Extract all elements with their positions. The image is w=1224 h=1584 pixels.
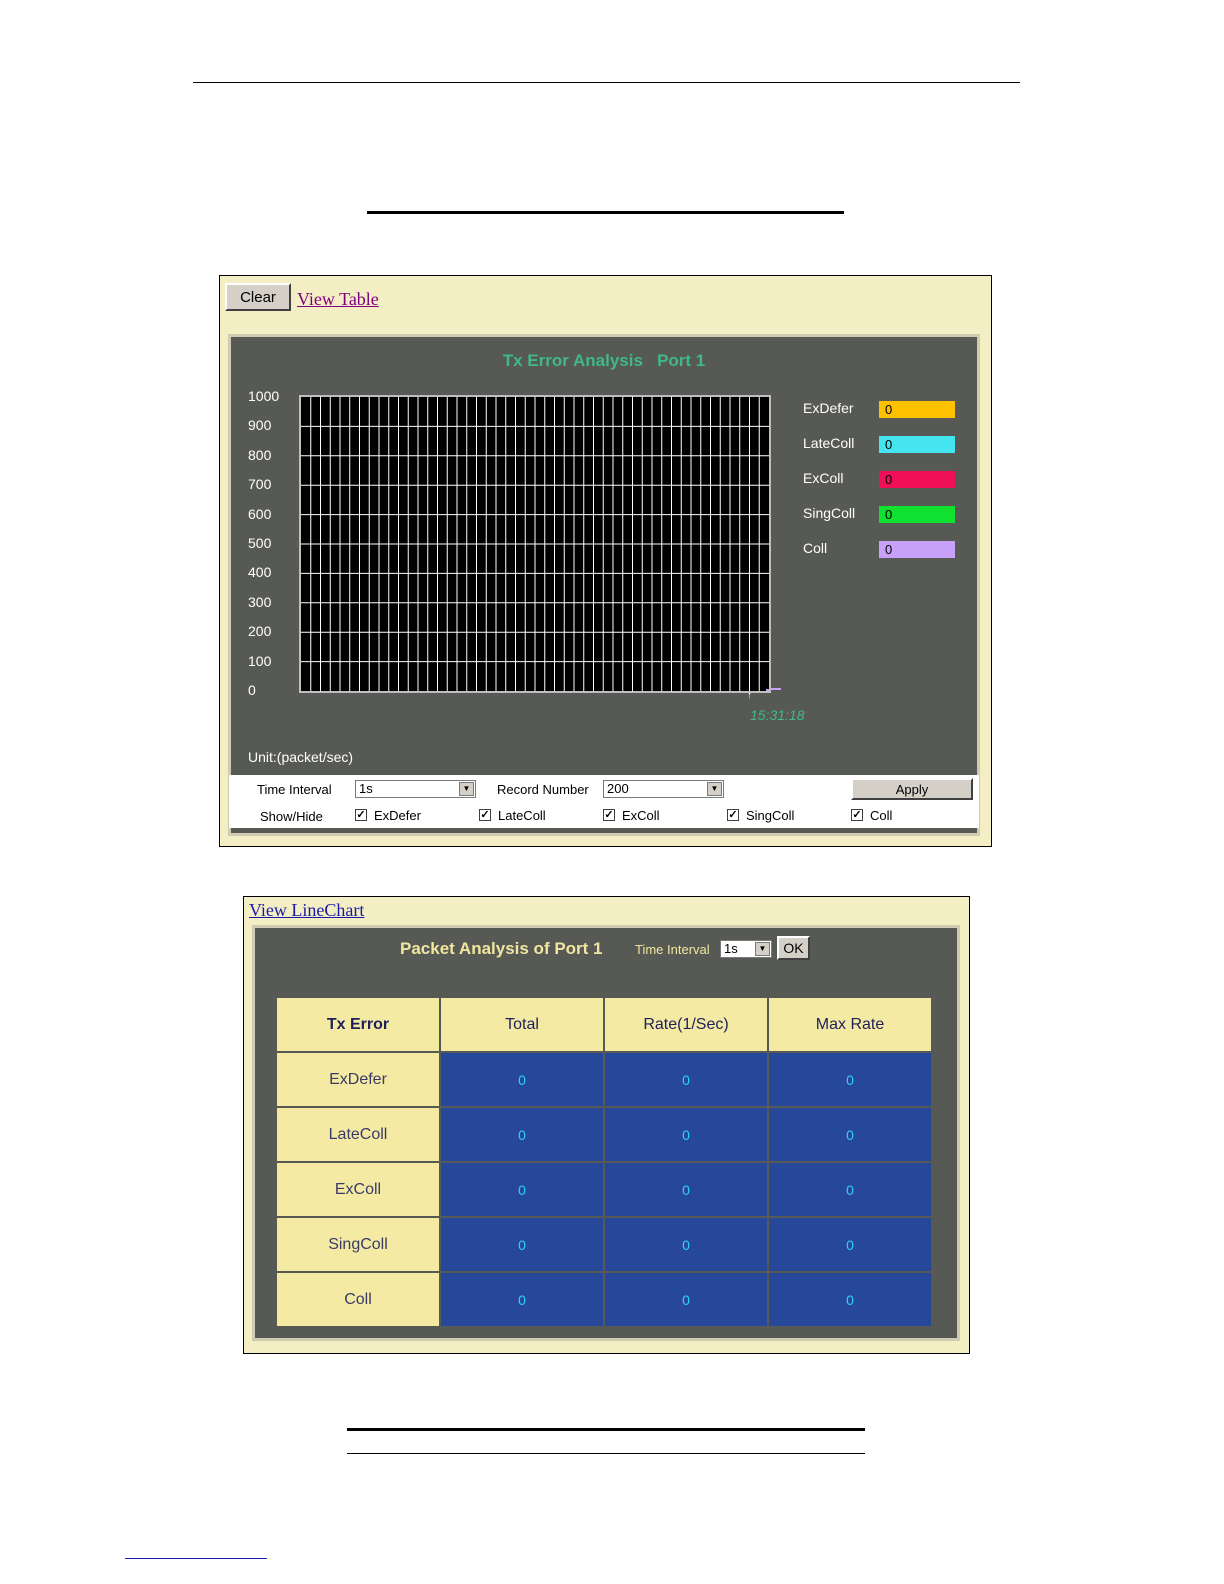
clear-button[interactable]: Clear (225, 283, 291, 311)
legend-value-excoll: 0 (879, 471, 955, 488)
table-value-cell: 0 (605, 1108, 767, 1161)
line-chart-panel: Clear View Table Tx Error Analysis Port … (219, 275, 992, 847)
y-tick-label: 1000 (248, 388, 280, 404)
y-tick-label: 200 (248, 623, 272, 640)
y-tick-label: 500 (248, 535, 272, 551)
record-number-label: Record Number (497, 782, 589, 797)
y-tick-label: 800 (248, 446, 272, 463)
legend-label-latecoll: LateColl (803, 435, 855, 451)
unit-label: Unit:(packet/sec) (248, 749, 354, 765)
checkbox-coll[interactable]: ✓ (851, 809, 863, 821)
packet-analysis-panel: View LineChart Packet Analysis of Port 1… (243, 896, 970, 1354)
table-value-cell: 0 (769, 1053, 931, 1106)
table-row-label: SingColl (277, 1218, 439, 1271)
legend-value-latecoll: 0 (879, 436, 955, 453)
table-value-cell: 0 (605, 1218, 767, 1271)
checkbox-latecoll[interactable]: ✓ (479, 809, 491, 821)
table-value-cell: 0 (769, 1163, 931, 1216)
table-value-cell: 0 (441, 1273, 603, 1326)
table-time-interval-label: Time Interval (635, 942, 710, 957)
table-row-label: Coll (277, 1273, 439, 1326)
y-tick-label: 900 (248, 417, 272, 434)
record-number-value: 200 (607, 781, 629, 796)
table-value-cell: 0 (441, 1218, 603, 1271)
chart-controls: Time Interval 1s ▼ Record Number 200 ▼ A… (229, 775, 979, 828)
record-number-select[interactable]: 200 ▼ (603, 780, 724, 798)
plot-area (299, 395, 771, 693)
checkbox-excoll[interactable]: ✓ (603, 809, 615, 821)
dropdown-arrow-icon[interactable]: ▼ (755, 942, 770, 956)
ok-button[interactable]: OK (777, 936, 810, 960)
checkbox-exdefer[interactable]: ✓ (355, 809, 367, 821)
table-row-label: LateColl (277, 1108, 439, 1161)
table-area: Packet Analysis of Port 1 Time Interval … (252, 925, 960, 1341)
table-value-cell: 0 (605, 1273, 767, 1326)
dropdown-arrow-icon[interactable]: ▼ (707, 782, 722, 796)
table-row-label: ExColl (277, 1163, 439, 1216)
y-tick-label: 700 (248, 476, 272, 493)
header-rule (193, 82, 1020, 83)
table-value-cell: 0 (441, 1163, 603, 1216)
series-point-coll (766, 689, 769, 691)
legend-label-excoll: ExColl (803, 470, 844, 486)
checkbox-singcoll[interactable]: ✓ (727, 809, 739, 821)
table-value-cell: 0 (605, 1163, 767, 1216)
view-linechart-link[interactable]: View LineChart (249, 900, 364, 921)
table-value-cell: 0 (441, 1053, 603, 1106)
legend-value-exdefer: 0 (879, 401, 955, 418)
table-time-interval-value: 1s (724, 941, 738, 956)
time-interval-value: 1s (359, 781, 373, 796)
table-header-cell: Total (441, 998, 603, 1051)
table-time-interval-select[interactable]: 1s ▼ (720, 940, 772, 958)
legend-value-singcoll: 0 (879, 506, 955, 523)
table-header-cell: Rate(1/Sec) (605, 998, 767, 1051)
checkbox-label-coll: Coll (870, 808, 893, 823)
legend-value-coll: 0 (879, 541, 955, 558)
checkbox-label-latecoll: LateColl (498, 808, 546, 823)
y-tick-label: 400 (248, 564, 272, 581)
plot-grid (301, 397, 769, 691)
table-title: Packet Analysis of Port 1 (400, 939, 603, 958)
table-row-label: ExDefer (277, 1053, 439, 1106)
legend-label-singcoll: SingColl (803, 505, 856, 521)
show-hide-label: Show/Hide (260, 809, 323, 824)
series-end-marker-icon (771, 688, 781, 690)
chart-title: Tx Error Analysis Port 1 (502, 351, 706, 370)
table-value-cell: 0 (769, 1218, 931, 1271)
legend-label-exdefer: ExDefer (803, 400, 854, 416)
time-axis-label: 15:31:18 (750, 707, 805, 723)
table-value-cell: 0 (769, 1273, 931, 1326)
chart-area: Tx Error Analysis Port 1 1000 900 800 700 60… (228, 334, 980, 836)
y-tick-label: 600 (248, 505, 272, 522)
y-tick-label: 0 (248, 682, 256, 698)
table-value-cell: 0 (605, 1053, 767, 1106)
time-marker-icon: ↑ (747, 690, 752, 701)
tx-error-table: Tx Error Total Rate(1/Sec) Max Rate ExDefer 0… (277, 998, 931, 1328)
y-tick-label: 300 (248, 593, 272, 610)
apply-button[interactable]: Apply (851, 778, 973, 800)
caption-rule-top (367, 211, 844, 214)
checkbox-label-singcoll: SingColl (746, 808, 795, 823)
table-header-cell: Tx Error (277, 998, 439, 1051)
footer-rule-thin (347, 1453, 865, 1454)
time-interval-select[interactable]: 1s ▼ (355, 780, 476, 798)
checkbox-label-excoll: ExColl (622, 808, 660, 823)
legend-label-coll: Coll (803, 540, 828, 556)
time-interval-label: Time Interval (257, 782, 332, 797)
view-table-link[interactable]: View Table (297, 289, 379, 310)
page-footnote-rule (125, 1558, 267, 1559)
y-tick-label: 100 (248, 652, 272, 669)
table-header-cell: Max Rate (769, 998, 931, 1051)
checkbox-label-exdefer: ExDefer (374, 808, 421, 823)
footer-rule-thick (347, 1428, 865, 1431)
dropdown-arrow-icon[interactable]: ▼ (459, 782, 474, 796)
table-value-cell: 0 (441, 1108, 603, 1161)
table-value-cell: 0 (769, 1108, 931, 1161)
